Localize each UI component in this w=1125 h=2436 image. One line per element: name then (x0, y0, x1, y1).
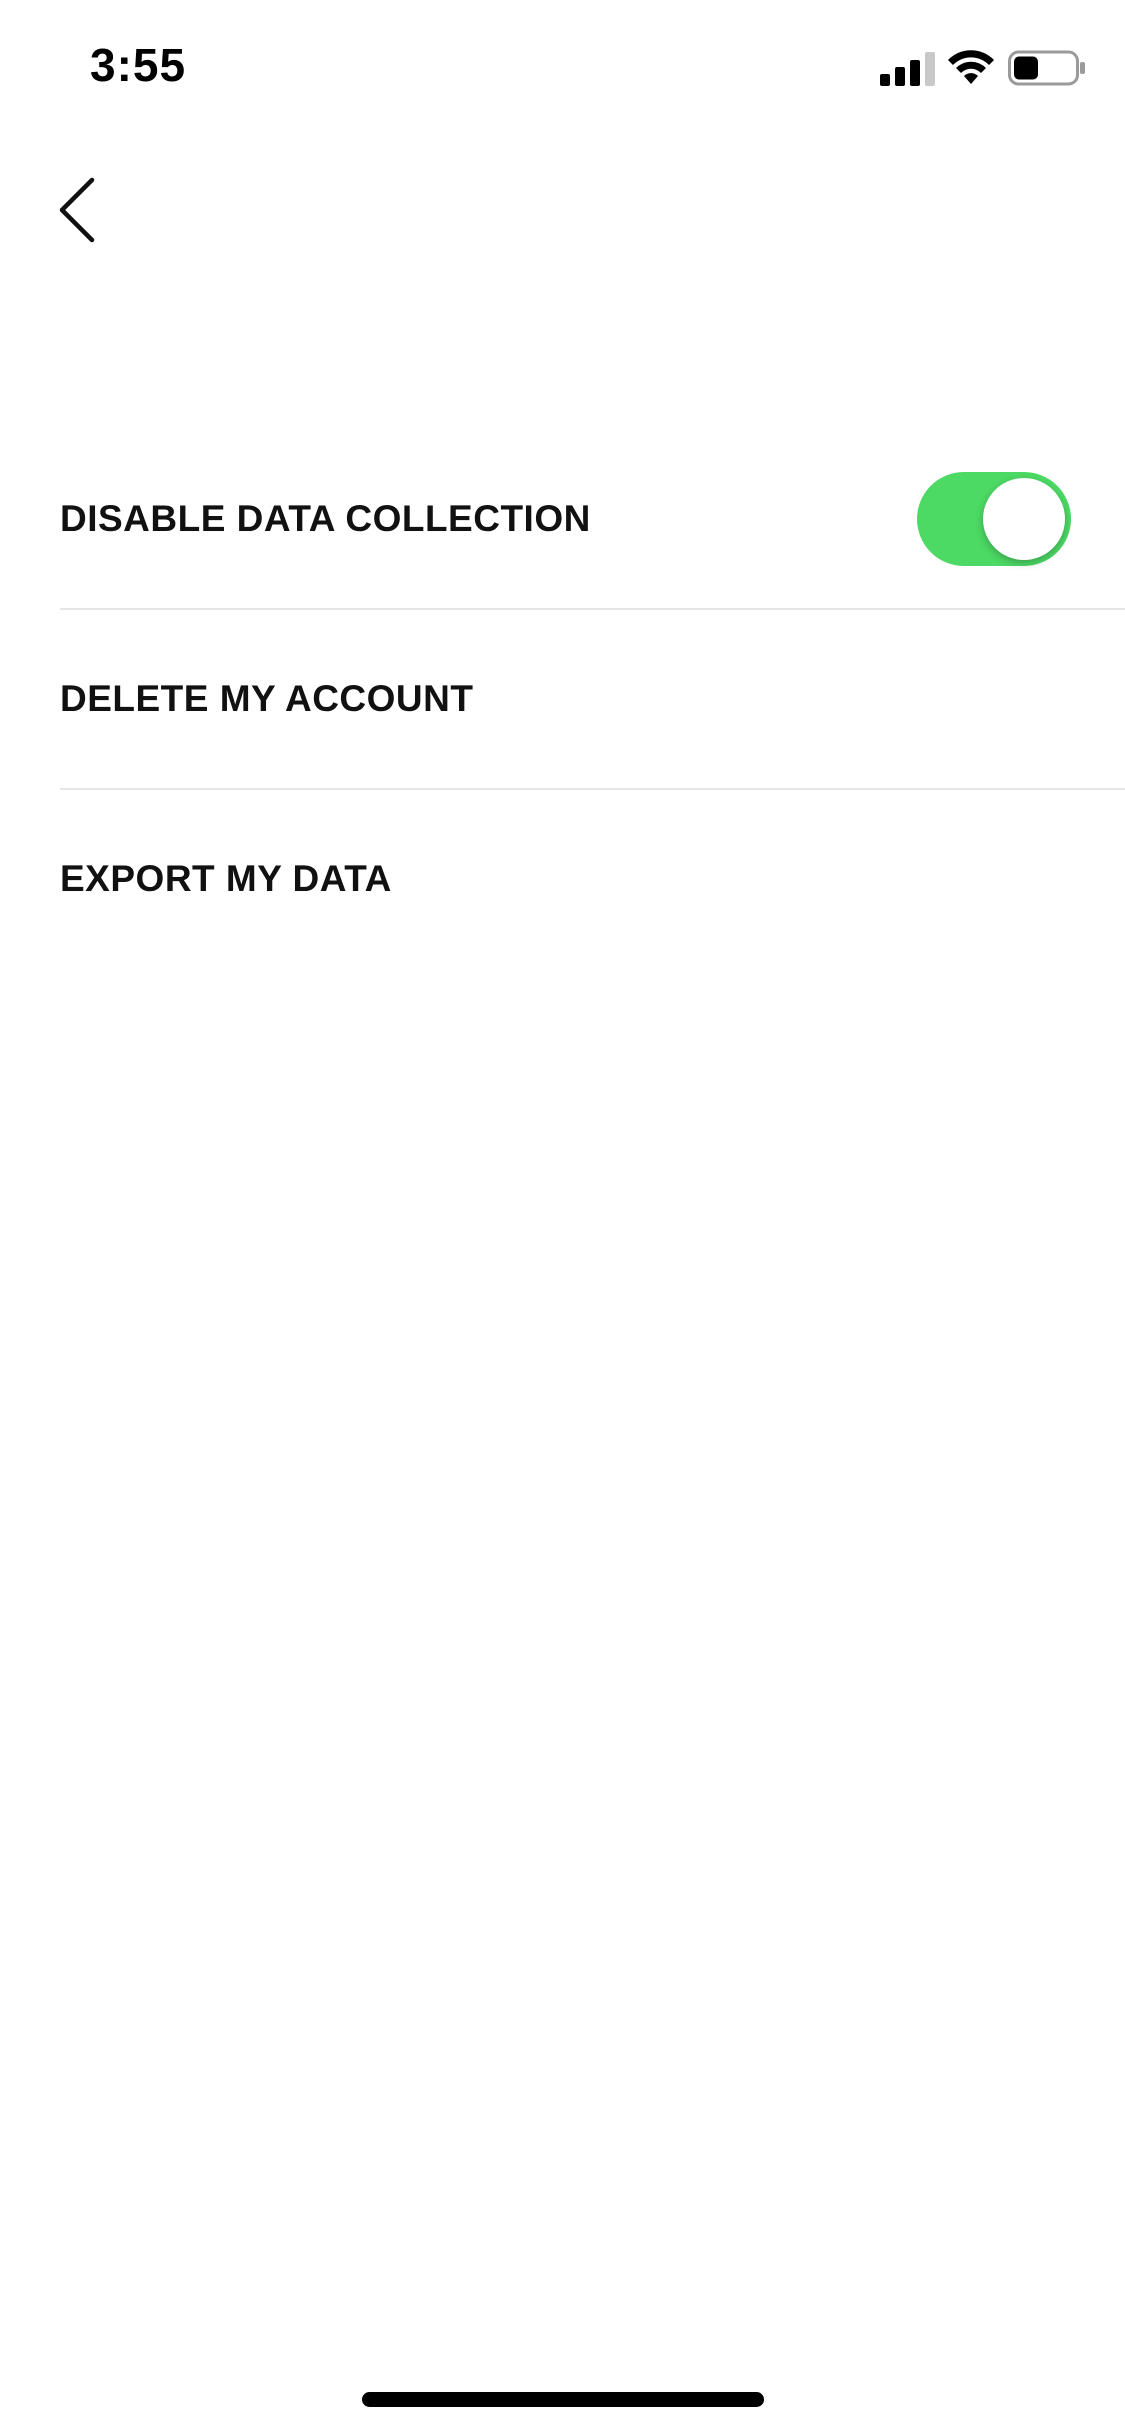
disable-data-collection-label: DISABLE DATA COLLECTION (60, 498, 591, 539)
battery-icon (1008, 50, 1085, 86)
settings-row-disable-data-collection[interactable]: DISABLE DATA COLLECTION (60, 430, 1125, 610)
cellular-signal-icon (880, 52, 935, 86)
export-data-label: EXPORT MY DATA (60, 858, 392, 899)
back-button[interactable] (48, 168, 112, 252)
status-bar: 3:55 (0, 0, 1125, 132)
home-indicator[interactable] (362, 2392, 764, 2407)
chevron-left-icon (59, 177, 95, 243)
settings-row-export-data[interactable]: EXPORT MY DATA (60, 790, 1125, 968)
wifi-icon (948, 50, 994, 84)
privacy-settings-list: DISABLE DATA COLLECTION DELETE MY ACCOUN… (60, 430, 1125, 968)
disable-data-collection-toggle[interactable] (917, 472, 1071, 566)
toggle-knob (983, 478, 1065, 560)
status-time: 3:55 (90, 39, 187, 91)
settings-row-delete-account[interactable]: DELETE MY ACCOUNT (60, 610, 1125, 790)
delete-account-label: DELETE MY ACCOUNT (60, 678, 474, 719)
